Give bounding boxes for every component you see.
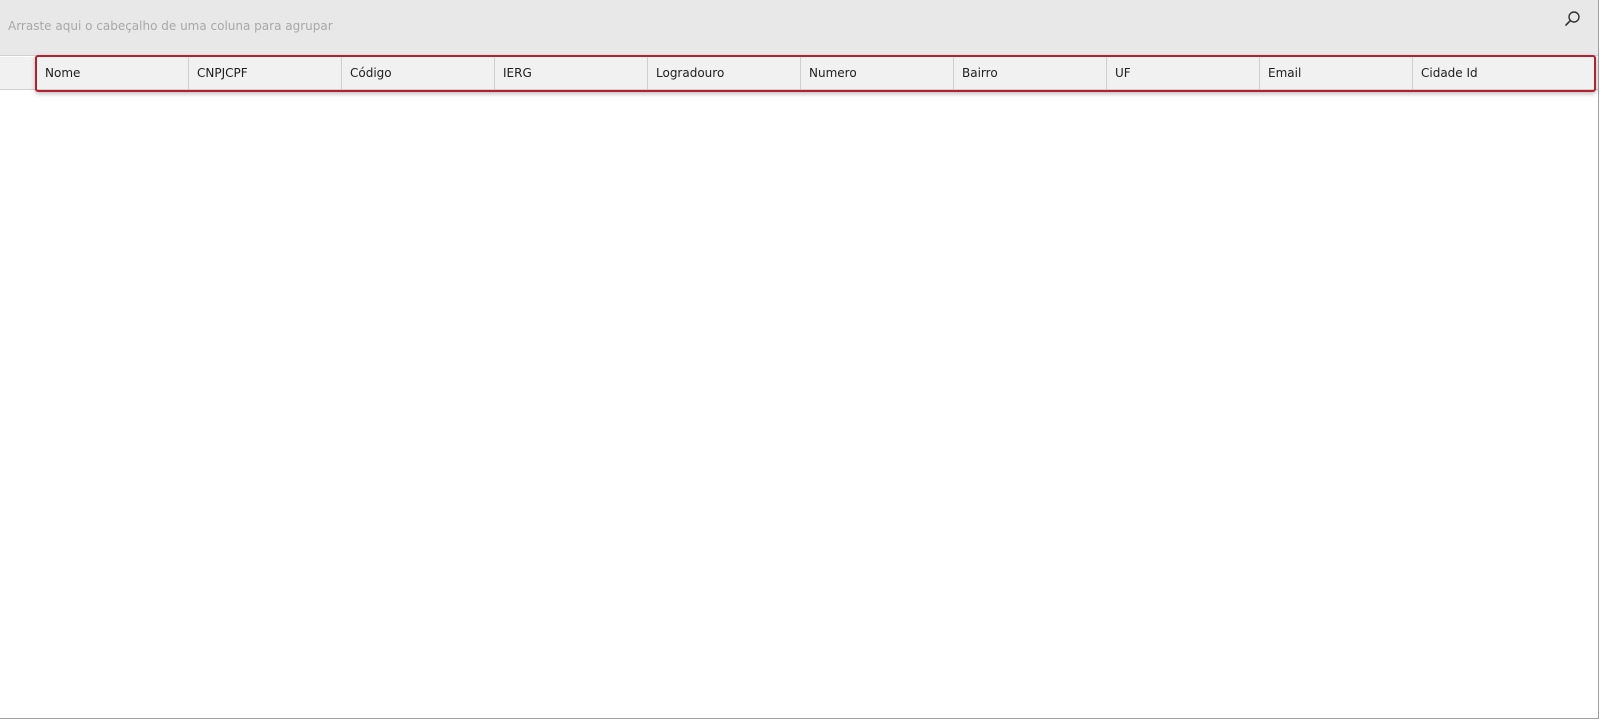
column-header-numero[interactable]: Numero <box>801 57 954 89</box>
column-header-logradouro[interactable]: Logradouro <box>648 57 801 89</box>
group-by-panel[interactable]: Arraste aqui o cabeçalho de uma coluna p… <box>0 0 1598 56</box>
search-icon <box>1565 11 1580 26</box>
grid-body[interactable] <box>0 90 1598 718</box>
column-header-bairro[interactable]: Bairro <box>954 57 1107 89</box>
column-header-cnpjcpf[interactable]: CNPJCPF <box>189 57 342 89</box>
column-header-codigo[interactable]: Código <box>342 57 495 89</box>
group-by-hint: Arraste aqui o cabeçalho de uma coluna p… <box>8 19 333 33</box>
row-indicator-header <box>0 57 37 89</box>
search-button[interactable] <box>1562 8 1584 30</box>
data-grid: Arraste aqui o cabeçalho de uma coluna p… <box>0 0 1599 719</box>
column-header-email[interactable]: Email <box>1260 57 1413 89</box>
column-header-nome[interactable]: Nome <box>37 57 189 89</box>
column-header-ierg[interactable]: IERG <box>495 57 648 89</box>
column-header-row: Nome CNPJCPF Código IERG Logradouro Nume… <box>0 57 1598 90</box>
column-header-uf[interactable]: UF <box>1107 57 1260 89</box>
column-header-cidade-id[interactable]: Cidade Id <box>1413 57 1598 89</box>
